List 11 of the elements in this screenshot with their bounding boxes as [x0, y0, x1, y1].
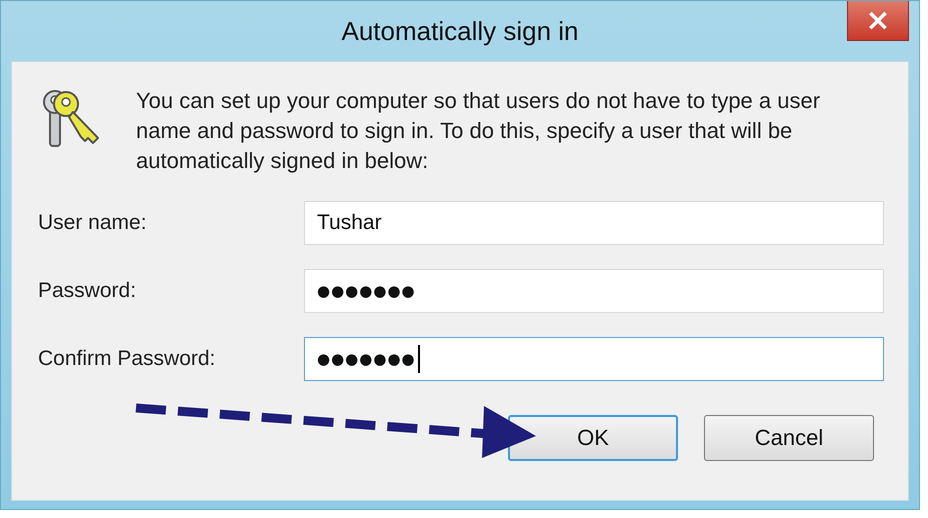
- close-button[interactable]: ×: [847, 1, 909, 41]
- ok-button[interactable]: OK: [508, 415, 678, 461]
- cancel-button[interactable]: Cancel: [704, 415, 874, 461]
- input-field[interactable]: Tushar: [304, 201, 884, 245]
- field-label: Confirm Password:: [38, 347, 216, 371]
- field-label: User name:: [38, 211, 148, 235]
- password-field[interactable]: ●●●●●●●: [304, 337, 884, 381]
- field-label: Password:: [38, 279, 138, 303]
- password-field[interactable]: ●●●●●●●: [304, 269, 884, 313]
- window-title: Automatically sign in: [342, 16, 578, 46]
- instruction-text: You can set up your computer so that users do not have to type a user name and password to sign in. To do this, specify a user that will be automatically signed in below:: [136, 87, 822, 175]
